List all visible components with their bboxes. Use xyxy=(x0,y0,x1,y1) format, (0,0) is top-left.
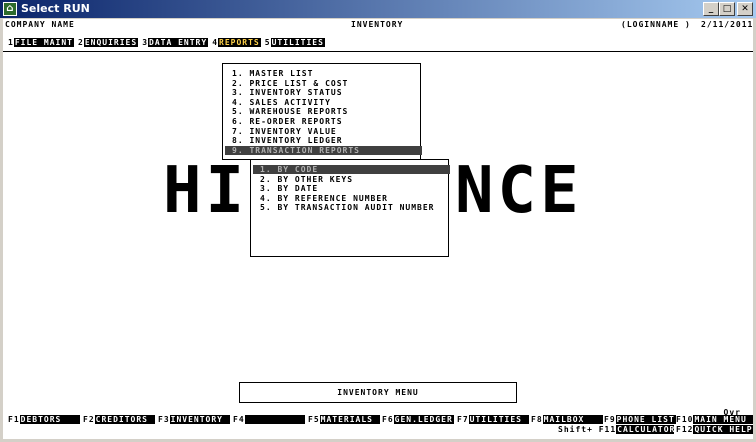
f5-materials-button[interactable]: F5 MATERIALS xyxy=(308,415,380,424)
reports-menu-item[interactable]: 8. INVENTORY LEDGER xyxy=(232,136,343,145)
f8-mailbox-button[interactable]: F8 MAILBOX xyxy=(531,415,603,424)
menu-reports[interactable]: 4 REPORTS xyxy=(212,38,261,47)
company-name: COMPANY NAME xyxy=(5,20,75,29)
f1-debtors-button[interactable]: F1 DEBTORS xyxy=(8,415,80,424)
function-key-bar: F1 DEBTORS F2 CREDITORS F3 INVENTORY F4 F5 M… xyxy=(8,415,753,435)
f7-utilities-button[interactable]: F7 UTILITIES xyxy=(457,415,529,424)
transaction-submenu-box: 1. BY CODE 2. BY OTHER KEYS 3. BY DATE 4… xyxy=(250,159,450,257)
banner-text-right: NCE xyxy=(455,154,583,228)
current-date: 2/11/2011 xyxy=(701,20,753,29)
login-name: (LOGINNAME ) xyxy=(621,20,691,29)
inventory-menu-label: INVENTORY MENU xyxy=(337,388,419,397)
reports-menu-box: 1. MASTER LIST 2. PRICE LIST & COST 3. I… xyxy=(222,63,422,160)
transaction-submenu-item[interactable]: 4. BY REFERENCE NUMBER xyxy=(260,194,388,203)
reports-menu-item[interactable]: 1. MASTER LIST xyxy=(232,69,313,78)
f2-creditors-button[interactable]: F2 CREDITORS xyxy=(83,415,155,424)
main-menu-bar: 1 FILE MAINT 2 ENQUIRIES 3 DATA ENTRY 4 REPO… xyxy=(8,38,329,47)
f10-main-menu-button[interactable]: F10 MAIN MENU xyxy=(676,415,753,424)
f4-button[interactable]: F4 xyxy=(233,415,305,424)
f9-phone-list-button[interactable]: F9 PHONE LIST xyxy=(604,415,676,424)
close-icon[interactable]: ✕ xyxy=(737,2,753,16)
title-bar[interactable]: ⌂ Select RUN _ □ ✕ xyxy=(0,0,756,18)
banner-text-left: HI xyxy=(163,154,249,228)
minimize-icon[interactable]: _ xyxy=(703,2,719,16)
menu-data-entry[interactable]: 3 DATA ENTRY xyxy=(142,38,209,47)
menu-utilities[interactable]: 5 UTILITIES xyxy=(265,38,325,47)
reports-menu-item[interactable]: 4. SALES ACTIVITY xyxy=(232,98,331,107)
module-title: INVENTORY xyxy=(351,20,404,29)
menu-enquiries[interactable]: 2 ENQUIRIES xyxy=(78,38,139,47)
maximize-icon[interactable]: □ xyxy=(719,2,735,16)
inventory-menu-status-box: INVENTORY MENU xyxy=(239,382,517,403)
transaction-submenu-item-selected[interactable]: 1. BY CODE xyxy=(253,165,450,174)
menu-file-maint[interactable]: 1 FILE MAINT xyxy=(8,38,74,47)
reports-menu-item[interactable]: 6. RE-ORDER REPORTS xyxy=(232,117,343,126)
app-logo-icon[interactable]: ⌂ xyxy=(3,2,17,16)
reports-menu-item[interactable]: 5. WAREHOUSE REPORTS xyxy=(232,107,348,116)
reports-menu-item[interactable]: 7. INVENTORY VALUE xyxy=(232,127,337,136)
transaction-submenu-item[interactable]: 3. BY DATE xyxy=(260,184,318,193)
reports-menu-item-selected[interactable]: 9. TRANSACTION REPORTS xyxy=(225,146,422,155)
header-divider xyxy=(3,51,753,52)
f6-gen-ledger-button[interactable]: F6 GEN.LEDGER xyxy=(382,415,454,424)
f12-quick-help-button[interactable]: F12 QUICK HELP xyxy=(676,425,753,434)
transaction-submenu-item[interactable]: 2. BY OTHER KEYS xyxy=(260,175,353,184)
app-window: ⌂ Select RUN _ □ ✕ COMPANY NAME INVENTOR… xyxy=(0,0,756,442)
transaction-submenu-item[interactable]: 5. BY TRANSACTION AUDIT NUMBER xyxy=(260,203,435,212)
f3-inventory-button[interactable]: F3 INVENTORY xyxy=(158,415,230,424)
f11-calculator-button[interactable]: Shift+ F11 CALCULATOR xyxy=(558,425,674,434)
reports-menu-item[interactable]: 2. PRICE LIST & COST xyxy=(232,79,348,88)
terminal-screen: COMPANY NAME INVENTORY (LOGINNAME ) 2/11… xyxy=(3,19,753,439)
window-title: Select RUN xyxy=(21,2,90,15)
reports-menu-item[interactable]: 3. INVENTORY STATUS xyxy=(232,88,343,97)
